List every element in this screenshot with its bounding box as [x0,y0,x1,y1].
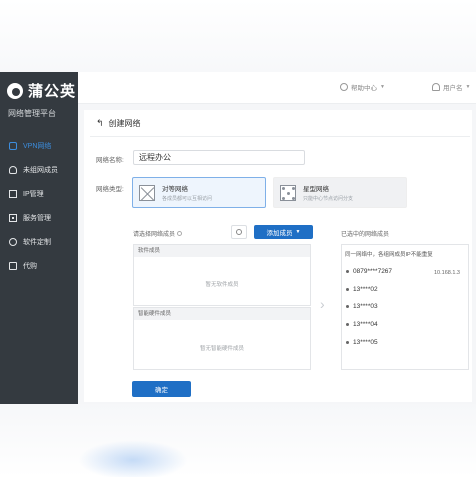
star-network-icon [280,184,296,201]
member-id: 13****04 [353,321,378,328]
service-icon [9,214,17,222]
page-title: 创建网络 [108,119,141,128]
member-id: 13****03 [353,303,378,310]
bell-icon [432,83,440,91]
sidebar-item-vpn[interactable]: VPN网络 [0,134,78,158]
chevron-down-icon: ▼ [295,229,301,235]
list-item[interactable]: 13****04 [346,321,378,328]
peer-network-option[interactable]: 对等网络 各成员都可以互相访问 [132,177,266,208]
software-icon [9,238,17,246]
sidebar-item-label: 代购 [23,263,37,270]
bullet-icon [346,341,349,344]
confirm-button[interactable]: 确定 [132,381,191,397]
selected-hint: 同一网络中，各组网成员IP不能重复 [345,252,433,258]
back-arrow-icon[interactable]: ↰ [96,118,104,129]
select-members-text: 请选择网络成员 [133,232,176,238]
network-name-input[interactable] [133,150,305,165]
sidebar-item-service-management[interactable]: 服务管理 [0,206,78,230]
option-desc: 只能中心节点访问分支 [303,196,354,202]
sidebar-item-label: 未组网成员 [23,167,58,174]
brand-logo[interactable]: 蒲公英 [7,80,76,101]
sidebar-item-label: VPN网络 [23,143,52,150]
sidebar-item-label: IP管理 [23,191,44,198]
sidebar-item-unjoined-members[interactable]: 未组网成员 [0,158,78,182]
network-name-label: 网络名称: [96,157,124,164]
eye-icon [177,231,183,236]
network-type-label: 网络类型: [96,186,124,193]
chevron-right-icon[interactable]: › [320,296,325,312]
sidebar-item-purchase[interactable]: 代购 [0,254,78,278]
member-id: 0879****7267 [353,268,393,275]
sidebar-item-label: 服务管理 [23,215,51,222]
dandelion-logo-icon [7,82,23,99]
divider [90,136,470,137]
help-center-label: 帮助中心 [351,85,377,92]
help-center-menu[interactable]: 帮助中心 ▼ [340,82,385,92]
list-item[interactable]: 13****02 [346,286,378,293]
bullet-icon [346,305,349,308]
list-item[interactable]: 0879****7267 [346,268,392,275]
cart-icon [9,262,17,270]
bottom-blur-decoration [78,440,188,477]
hardware-members-header: 智能硬件成员 [134,308,310,320]
user-icon [9,166,17,174]
option-title: 星型网络 [303,186,329,193]
option-desc: 各成员都可以互相访问 [162,196,213,202]
user-label: 用户名 [443,85,463,92]
bullet-icon [346,270,349,273]
add-member-button[interactable]: 添加成员 ▼ [254,225,313,239]
member-id: 13****05 [353,339,378,346]
peer-network-icon [139,184,155,201]
sidebar: 蒲公英 网络管理平台 VPN网络 未组网成员 IP管理 服务管理 软件定制 代购 [0,72,78,404]
select-members-label: 请选择网络成员 [133,229,183,238]
brand-name: 蒲公英 [28,83,77,100]
sidebar-nav: VPN网络 未组网成员 IP管理 服务管理 软件定制 代购 [0,134,78,278]
sidebar-item-label: 软件定制 [23,239,51,246]
software-members-header: 软件成员 [134,245,310,257]
list-item[interactable]: 13****03 [346,303,378,310]
bottom-backdrop [0,404,476,477]
search-icon [236,229,242,235]
vpn-icon [9,142,17,150]
list-item[interactable]: 13****05 [346,339,378,346]
software-members-box: 软件成员 暂无软件成员 [133,244,311,306]
selected-members-label: 已选中的网络成员 [341,232,390,238]
page-header: ↰ 创建网络 [96,118,141,129]
brand-subtitle: 网络管理平台 [8,109,56,118]
top-header: 帮助中心 ▼ 用户名 ▼ [78,72,476,104]
bullet-icon [346,323,349,326]
user-menu[interactable]: 用户名 ▼ [432,82,470,92]
search-button[interactable] [231,225,247,239]
bullet-icon [346,288,349,291]
chevron-down-icon: ▼ [465,84,471,90]
option-title: 对等网络 [162,186,188,193]
add-member-label: 添加成员 [266,230,293,237]
star-network-option[interactable]: 星型网络 只能中心节点访问分支 [273,177,407,208]
hardware-empty-text: 暂无智能硬件成员 [199,346,244,352]
top-backdrop [0,0,476,72]
sidebar-item-ip-management[interactable]: IP管理 [0,182,78,206]
chevron-down-icon: ▼ [380,84,385,90]
member-ip: 10.168.1.3 [434,270,460,276]
software-empty-text: 暂无软件成员 [205,282,239,288]
sidebar-item-software-custom[interactable]: 软件定制 [0,230,78,254]
hardware-members-box: 智能硬件成员 暂无智能硬件成员 [133,307,311,370]
headset-icon [340,83,348,91]
member-id: 13****02 [353,286,378,293]
ip-icon [9,190,17,198]
